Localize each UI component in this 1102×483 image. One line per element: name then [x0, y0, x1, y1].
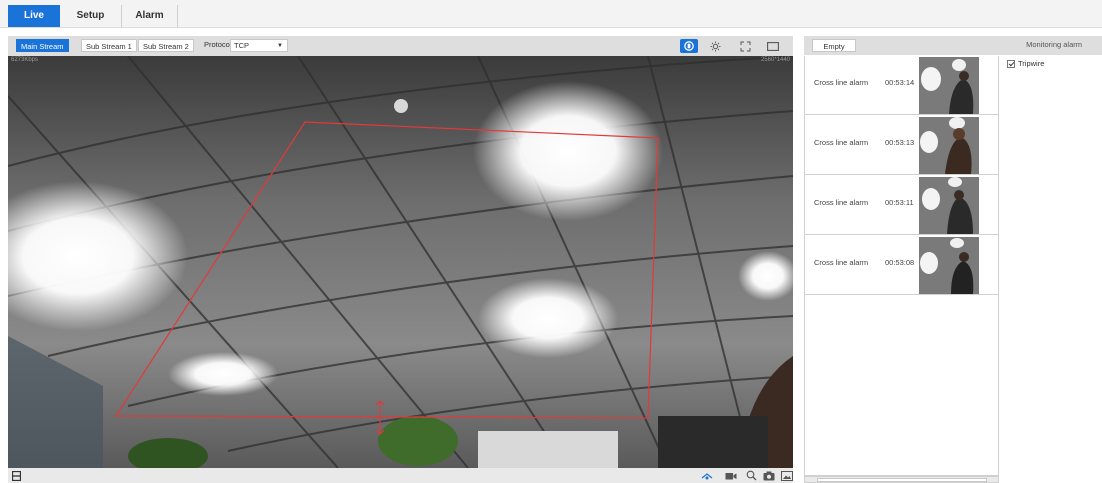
record-indicator-icon[interactable]	[680, 39, 698, 53]
tripwire-checkbox[interactable]	[1007, 59, 1015, 68]
tripwire-label: Tripwire	[1018, 59, 1045, 68]
camera-image	[8, 56, 793, 468]
tripwire-filter[interactable]: Tripwire	[1007, 59, 1044, 68]
tab-live[interactable]: Live	[8, 5, 60, 27]
alarm-type: Cross line alarm	[814, 198, 869, 207]
tab-alarm[interactable]: Alarm	[122, 5, 178, 27]
resolution-readout: 2560*1440	[760, 57, 790, 63]
alarm-thumbnail[interactable]	[919, 57, 979, 114]
scrollbar-thumb[interactable]	[817, 478, 987, 482]
fullscreen-icon[interactable]	[736, 39, 754, 53]
protocol-value: TCP	[234, 41, 249, 50]
chevron-down-icon: ▼	[277, 43, 283, 49]
video-toolbar: Main Stream Sub Stream 1 Sub Stream 2 Pr…	[8, 36, 793, 56]
image-icon[interactable]	[780, 469, 794, 482]
alarm-type: Cross line alarm	[814, 78, 869, 87]
alarm-list-item[interactable]: Cross line alarm 00:53:08	[805, 236, 999, 295]
protocol-label: Protocol	[204, 40, 232, 49]
alarm-panel-header: Empty Monitoring alarm	[804, 36, 1102, 55]
monitoring-alarm-title: Monitoring alarm	[1026, 40, 1082, 49]
video-feed[interactable]: 6273Kbps 2560*1440	[8, 56, 793, 468]
alarm-list-item[interactable]: Cross line alarm 00:53:11	[805, 176, 999, 235]
alarm-type: Cross line alarm	[814, 138, 869, 147]
alarm-list-scrollbar[interactable]	[804, 476, 999, 483]
protocol-select[interactable]: TCP ▼	[230, 39, 288, 52]
zoom-icon[interactable]	[744, 469, 758, 482]
bitrate-readout: 6273Kbps	[11, 57, 39, 63]
alarm-thumbnail[interactable]	[919, 117, 979, 174]
stream-info-icon[interactable]	[10, 469, 22, 482]
sub-stream-1-button[interactable]: Sub Stream 1	[81, 39, 137, 52]
alarm-list-item[interactable]: Cross line alarm 00:53:13	[805, 116, 999, 175]
main-stream-button[interactable]: Main Stream	[16, 39, 69, 52]
alarm-time: 00:53:14	[885, 78, 915, 87]
window-icon[interactable]	[764, 39, 782, 53]
snapshot-icon[interactable]	[762, 469, 776, 482]
ptz-icon[interactable]	[700, 469, 714, 482]
record-icon[interactable]	[724, 469, 738, 482]
app-root: Live Setup Alarm Main Stream Sub Stream …	[0, 0, 1102, 483]
top-nav: Live Setup Alarm	[0, 0, 1102, 28]
sub-stream-2-button[interactable]: Sub Stream 2	[138, 39, 194, 52]
brightness-icon[interactable]	[706, 39, 724, 53]
alarm-time: 00:53:13	[885, 138, 915, 147]
alarm-time: 00:53:11	[885, 198, 914, 207]
alarm-time: 00:53:08	[885, 258, 915, 267]
alarm-thumbnail[interactable]	[919, 177, 979, 234]
tab-setup[interactable]: Setup	[60, 5, 122, 27]
alarm-type: Cross line alarm	[814, 258, 869, 267]
alarm-list: Cross line alarm 00:53:14 Cross line ala…	[804, 56, 999, 476]
video-bottom-bar	[8, 468, 793, 483]
alarm-list-item[interactable]: Cross line alarm 00:53:14	[805, 56, 999, 115]
empty-button[interactable]: Empty	[812, 39, 856, 52]
alarm-thumbnail[interactable]	[919, 237, 979, 294]
